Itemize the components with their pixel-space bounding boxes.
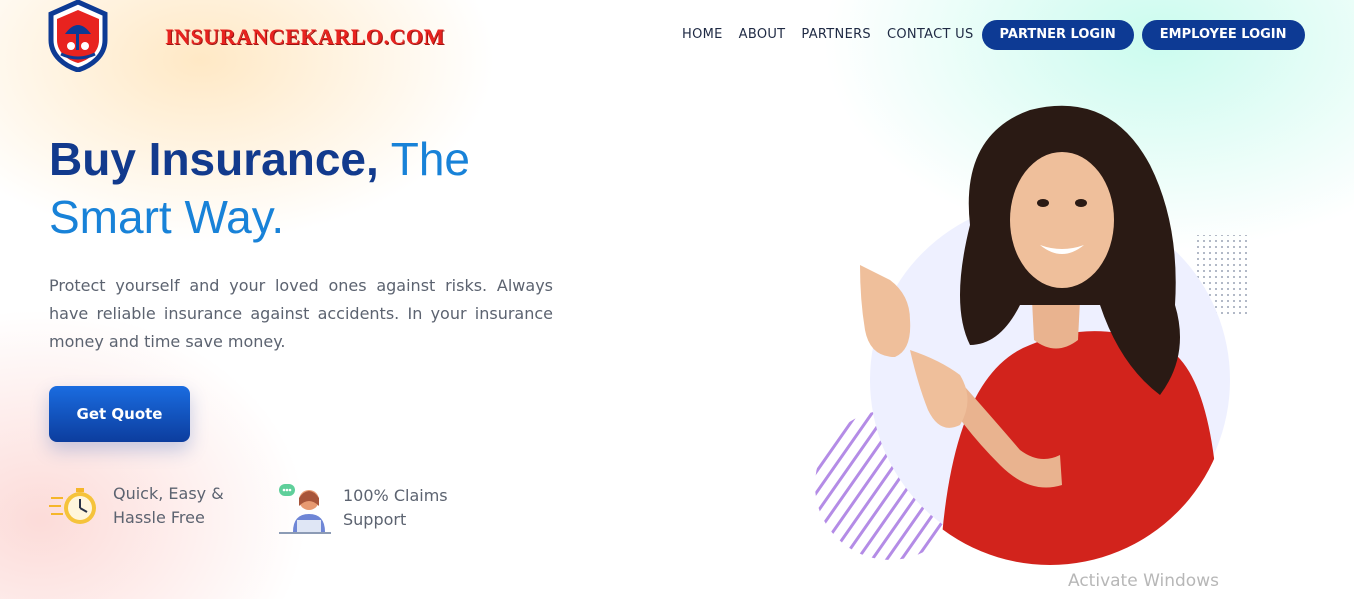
feature-line-1: Quick, Easy & xyxy=(113,484,224,503)
face xyxy=(1010,152,1114,288)
activate-windows-watermark: Activate Windows xyxy=(1068,571,1219,591)
support-agent-icon xyxy=(279,484,331,534)
feature-claims-support: 100% Claims Support xyxy=(279,482,448,534)
shield-logo-icon xyxy=(48,0,108,73)
get-quote-button[interactable]: Get Quote xyxy=(49,386,190,442)
partner-login-button[interactable]: PARTNER LOGIN xyxy=(981,19,1134,50)
nav-home[interactable]: HOME xyxy=(682,27,723,42)
hero-image xyxy=(815,105,1251,565)
main-nav: HOME ABOUT PARTNERS CONTACT US PARTNER L… xyxy=(682,19,1305,50)
nav-about[interactable]: ABOUT xyxy=(739,27,786,42)
hero-title: Buy Insurance, The Smart Way. xyxy=(49,130,569,246)
feature-text: 100% Claims Support xyxy=(343,484,448,532)
hero-title-light-1: The xyxy=(390,133,470,185)
employee-login-button[interactable]: EMPLOYEE LOGIN xyxy=(1141,19,1305,50)
hero-title-bold: Buy Insurance, xyxy=(49,133,379,185)
site-logo[interactable]: INSURANCEKARLO.COM xyxy=(47,0,444,73)
feature-quick-easy: Quick, Easy & Hassle Free xyxy=(49,482,224,530)
feature-line-2: Hassle Free xyxy=(113,508,205,527)
clock-icon xyxy=(49,488,96,524)
nav-contact-us[interactable]: CONTACT US xyxy=(887,27,974,42)
hero-description: Protect yourself and your loved ones aga… xyxy=(49,276,553,351)
feature-line-1: 100% Claims xyxy=(343,486,448,505)
feature-text: Quick, Easy & Hassle Free xyxy=(113,482,224,530)
brand-name: INSURANCEKARLO.COM xyxy=(165,24,445,49)
feature-line-2: Support xyxy=(343,510,407,529)
nav-partners[interactable]: PARTNERS xyxy=(801,27,871,42)
hero-title-light-2: Smart Way. xyxy=(49,191,285,243)
